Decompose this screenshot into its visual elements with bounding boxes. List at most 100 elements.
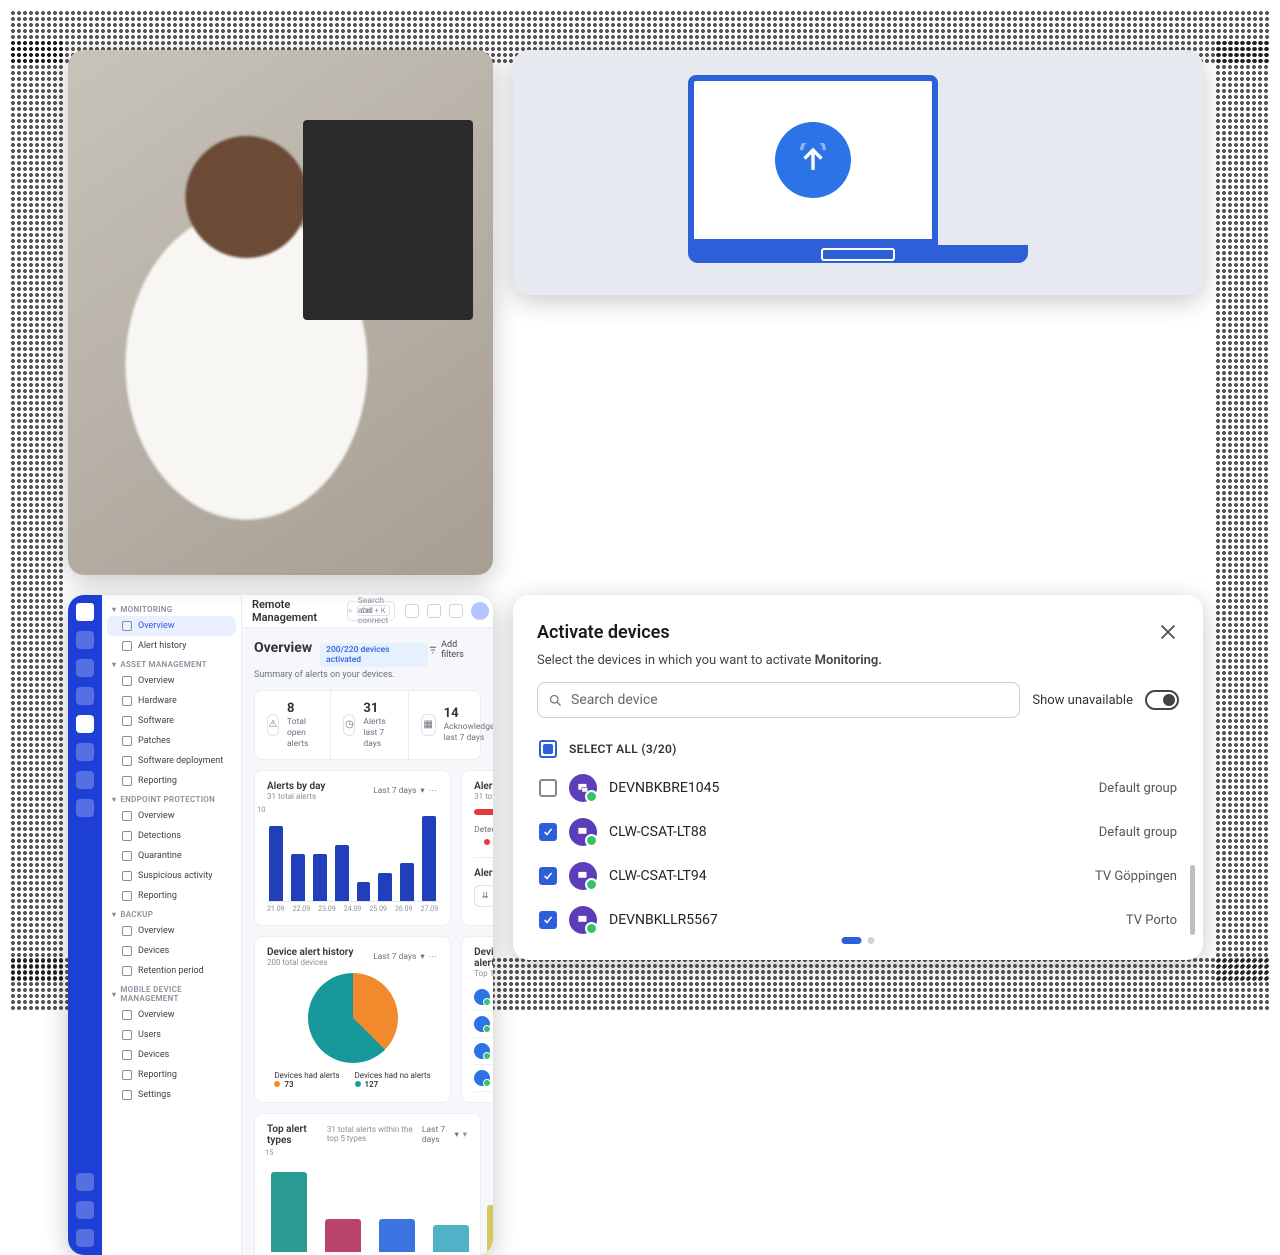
rail-icon[interactable] <box>76 1173 94 1191</box>
device-name: CLW-CSAT-LT88 <box>609 824 1087 840</box>
nav-item[interactable]: Hardware <box>102 691 241 711</box>
rail-icon[interactable] <box>76 743 94 761</box>
nav-section[interactable]: ▾ENDPOINT PROTECTION <box>102 791 241 806</box>
nav-item[interactable]: Reporting <box>102 771 241 791</box>
trend-icon: ⇊ <box>474 885 493 907</box>
device-checkbox[interactable] <box>539 867 557 885</box>
avatar[interactable] <box>471 602 489 620</box>
device-icon <box>474 1043 490 1059</box>
device-name: DEVNBKBRE1045 <box>609 780 1087 796</box>
nav-item[interactable]: Retention period <box>102 961 241 981</box>
help-icon[interactable] <box>405 604 419 618</box>
device-row[interactable]: CLW-CSAT-LT94 TV Göppingen <box>537 854 1179 898</box>
chat-icon[interactable] <box>427 604 441 618</box>
panel-top-types: Top alert types 31 total alerts within t… <box>254 1113 481 1255</box>
nav-section[interactable]: ▾MONITORING <box>102 601 241 616</box>
select-all-checkbox[interactable] <box>539 740 557 758</box>
top-bar: Remote Management Search and connect Ctr… <box>242 595 493 628</box>
app-logo-icon[interactable] <box>76 603 94 621</box>
rail-icon[interactable] <box>76 659 94 677</box>
range-selector[interactable]: Last 7 days ▾ ▾ <box>422 1125 468 1145</box>
panel-alerts-by-status: Alerts by status 31 total alerts Last 7 … <box>461 770 493 926</box>
nav-item[interactable]: Reporting <box>102 886 241 906</box>
nav-item[interactable]: Software <box>102 711 241 731</box>
device-history-pie <box>308 973 398 1063</box>
nav-item[interactable]: Devices <box>102 941 241 961</box>
x-axis-labels: 21.0922.0923.0924.0925.0926.0927.09 <box>267 905 438 913</box>
marketing-photo <box>68 50 493 575</box>
global-search[interactable]: Search and connect Ctrl + K <box>347 601 394 621</box>
bell-icon[interactable] <box>449 604 463 618</box>
scrollbar-thumb[interactable] <box>1190 865 1195 935</box>
nav-alert-history[interactable]: Alert history <box>102 636 241 656</box>
device-row[interactable]: DEVNBKBRE1045 Default group <box>537 766 1179 810</box>
nav-item[interactable]: Overview <box>102 806 241 826</box>
close-icon[interactable] <box>1157 621 1179 643</box>
panel-title: Alerts by day <box>267 781 325 792</box>
nav-item[interactable]: Users <box>102 1025 241 1045</box>
panel-sub: 31 total alerts <box>474 792 493 801</box>
page-dot[interactable] <box>842 937 862 944</box>
rail-icon[interactable] <box>76 687 94 705</box>
nav-item[interactable]: Devices <box>102 1045 241 1065</box>
pager-dots <box>842 937 875 944</box>
rail-icon[interactable] <box>76 715 94 733</box>
filter-icon[interactable]: ▾ <box>463 1130 468 1140</box>
nav-item[interactable]: Reporting <box>102 1065 241 1085</box>
rail-icon[interactable] <box>76 631 94 649</box>
nav-section[interactable]: ▾BACKUP <box>102 906 241 921</box>
device-row[interactable]: CLW-CSAT-LT0224 <box>474 984 493 1011</box>
rail-icon[interactable] <box>76 1229 94 1247</box>
device-checkbox[interactable] <box>539 779 557 797</box>
show-unavailable-label: Show unavailable <box>1032 693 1133 708</box>
range-selector[interactable]: Last 7 days ▾ ⋯ <box>373 952 438 962</box>
panel-menu-icon[interactable]: ⋯ <box>429 786 439 796</box>
nav-item[interactable]: Software deployment <box>102 751 241 771</box>
device-row[interactable]: CLW-CSAT-LT024 <box>474 1011 493 1038</box>
panel-title: Alerts by status <box>474 781 493 792</box>
app-title: Remote Management <box>252 598 317 624</box>
panel-sub: 31 total alerts within the top 5 types <box>327 1125 422 1143</box>
panel-menu-icon[interactable]: ⋯ <box>429 952 439 962</box>
kpi-ack-7d: ▦ 14Acknowledged last 7 days <box>409 691 493 759</box>
nav-item[interactable]: Overview <box>102 671 241 691</box>
panel-most-open: Devices with most open alerts Top 10 dev… <box>461 936 493 1103</box>
range-selector[interactable]: Last 7 days ▾ ⋯ <box>373 786 438 796</box>
rail-icon[interactable] <box>76 1201 94 1219</box>
device-checkbox[interactable] <box>539 911 557 929</box>
device-row[interactable]: CLW-CSAT-LT02 <box>474 1065 493 1092</box>
rail-icon[interactable] <box>76 799 94 817</box>
calendar-icon: ▦ <box>421 714 436 736</box>
nav-item[interactable]: Overview <box>102 1005 241 1025</box>
page-dot[interactable] <box>868 937 875 944</box>
side-nav: ▾MONITORING Overview Alert history ▾ASSE… <box>102 595 242 1255</box>
kpi-alerts-7d: ◷ 31Alerts last 7 days <box>331 691 408 759</box>
device-row[interactable]: CLW-CSAT-LT88 Default group <box>537 810 1179 854</box>
nav-overview[interactable]: Overview <box>107 616 236 636</box>
rail-icon[interactable] <box>76 771 94 789</box>
nav-section[interactable]: ▾ASSET MANAGEMENT <box>102 656 241 671</box>
page-title: Overview <box>254 640 312 656</box>
panel-alerts-by-day: Alerts by day 31 total alerts Last 7 day… <box>254 770 451 926</box>
add-filters-button[interactable]: Add filters <box>428 640 481 660</box>
nav-item[interactable]: Quarantine <box>102 846 241 866</box>
nav-item[interactable]: Settings <box>102 1085 241 1105</box>
nav-item[interactable]: Overview <box>102 921 241 941</box>
nav-item[interactable]: Suspicious activity <box>102 866 241 886</box>
device-row[interactable]: CLW-CSAT-LT024 <box>474 1038 493 1065</box>
search-device-input[interactable]: Search device <box>537 682 1020 718</box>
activation-pill: 200/220 devices activated <box>320 643 428 667</box>
upload-icon <box>775 122 851 198</box>
nav-item[interactable]: Patches <box>102 731 241 751</box>
panel-device-history: Device alert history 200 total devices L… <box>254 936 451 1103</box>
top-types-chart <box>267 1152 493 1252</box>
search-icon <box>348 606 353 616</box>
status-legend: Detected7Acknowledged14Resolved10 <box>474 825 493 847</box>
nav-section[interactable]: ▾MOBILE DEVICE MANAGEMENT <box>102 981 241 1005</box>
device-row[interactable]: DEVNBKLLR5567 TV Porto <box>537 898 1179 942</box>
device-icon <box>569 862 597 890</box>
nav-item[interactable]: Detections <box>102 826 241 846</box>
show-unavailable-toggle[interactable] <box>1145 690 1179 710</box>
panel-sub: 200 total devices <box>267 958 353 967</box>
device-checkbox[interactable] <box>539 823 557 841</box>
